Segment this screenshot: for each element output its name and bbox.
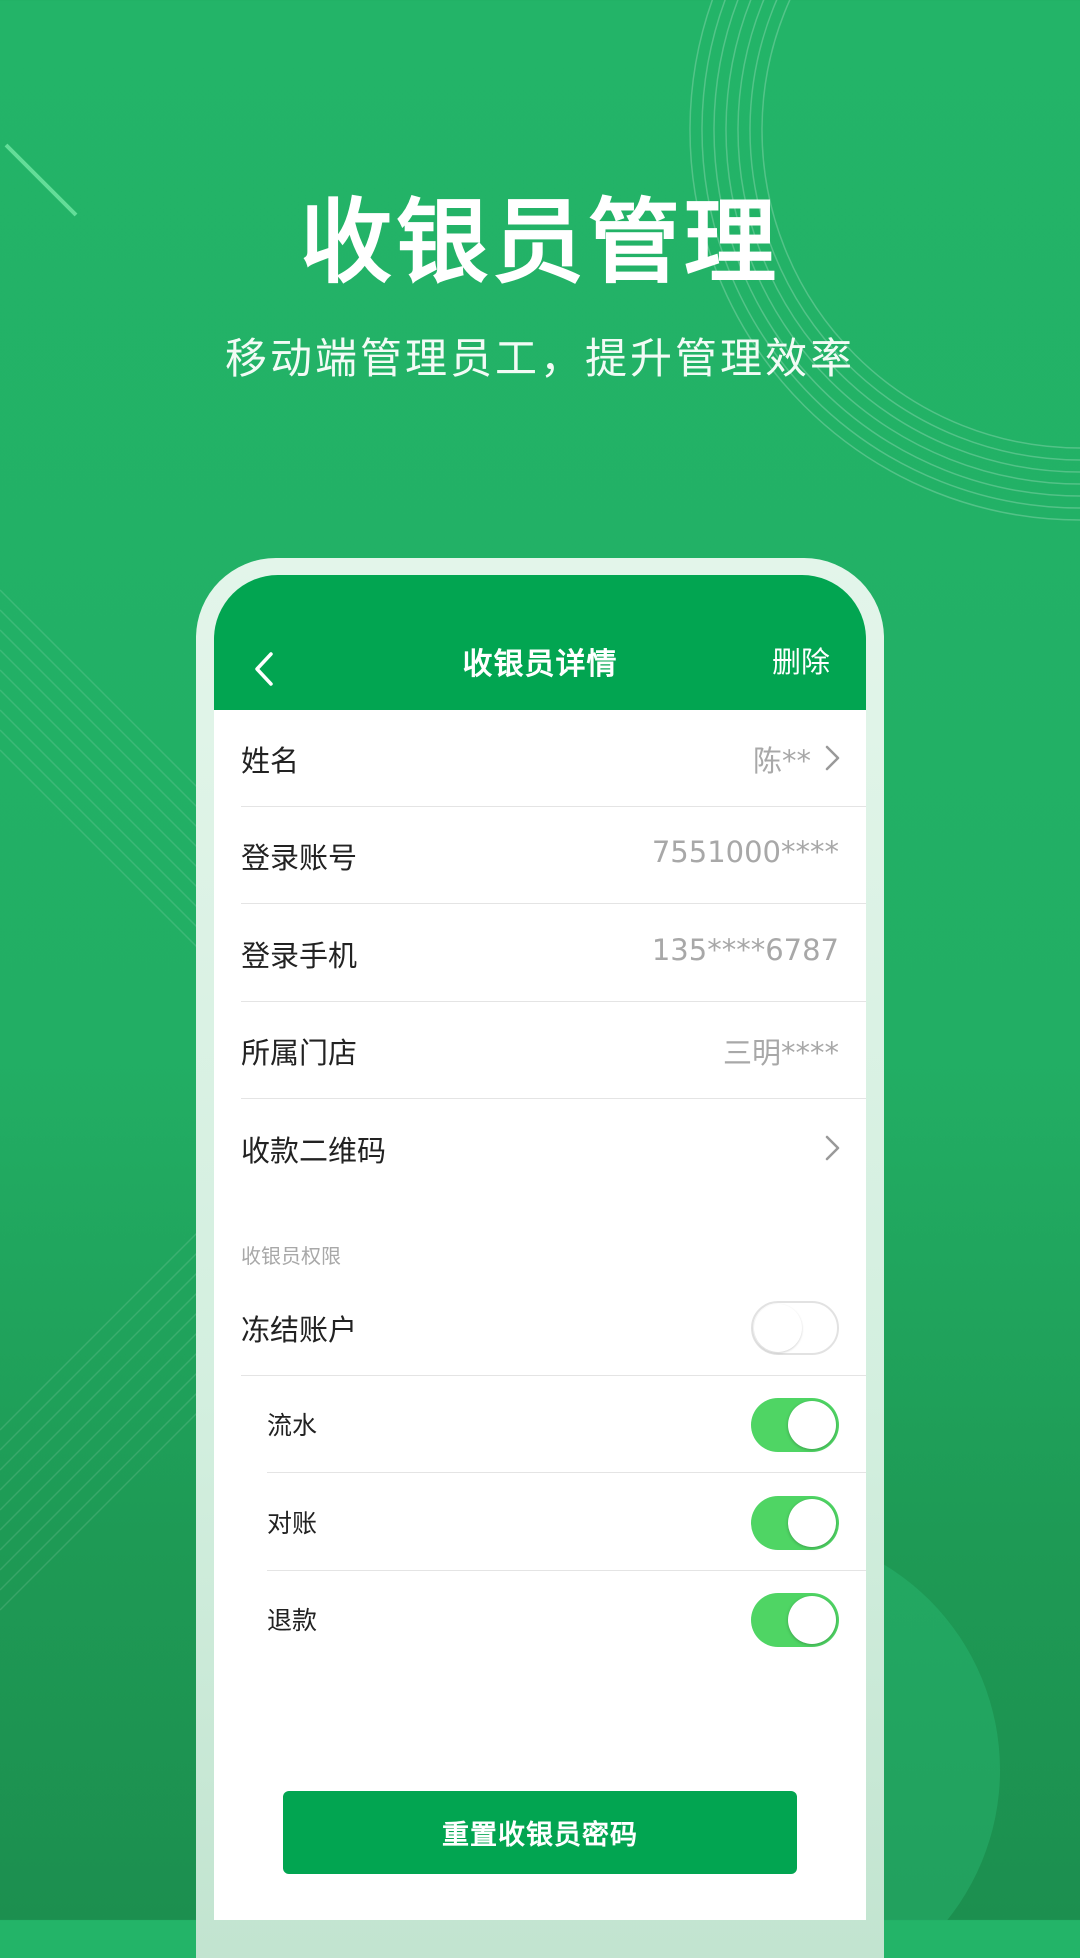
refund-permission-row: 退款: [267, 1571, 866, 1668]
account-value: 7551000****: [651, 835, 839, 869]
name-value: 陈**: [752, 744, 811, 778]
flow-permission-label: 流水: [267, 1411, 318, 1440]
freeze-account-row: 冻结账户: [241, 1279, 866, 1376]
phone-row: 登录手机 135****6787: [241, 905, 866, 1002]
toggle-knob: [788, 1401, 836, 1449]
flow-permission-toggle[interactable]: [751, 1398, 839, 1452]
reconcile-permission-toggle[interactable]: [751, 1496, 839, 1550]
nav-bar: 收银员详情 删除: [214, 575, 866, 710]
flow-permission-row: 流水: [267, 1376, 866, 1473]
phone-label: 登录手机: [241, 939, 358, 973]
name-row[interactable]: 姓名 陈**: [241, 710, 866, 807]
hero-subtitle: 移动端管理员工，提升管理效率: [224, 334, 855, 383]
freeze-account-toggle[interactable]: [751, 1301, 839, 1355]
store-row: 所属门店 三明****: [241, 1002, 866, 1099]
qrcode-row[interactable]: 收款二维码: [241, 1100, 866, 1197]
reconcile-permission-label: 对账: [267, 1509, 318, 1538]
refund-permission-label: 退款: [267, 1606, 318, 1635]
reset-password-button[interactable]: 重置收银员密码: [283, 1791, 797, 1874]
store-label: 所属门店: [241, 1036, 358, 1070]
hero-title: 收银员管理: [299, 189, 780, 296]
delete-button[interactable]: 删除: [772, 639, 830, 681]
name-label: 姓名: [241, 744, 300, 778]
account-row: 登录账号 7551000****: [241, 807, 866, 904]
permissions-section-label: 收银员权限: [241, 1244, 341, 1268]
qrcode-label: 收款二维码: [241, 1134, 387, 1168]
phone-screen: 收银员详情 删除 姓名 陈** 登录账号 7551000**** 登录手机 13…: [214, 575, 866, 1920]
reconcile-permission-row: 对账: [267, 1474, 866, 1571]
account-label: 登录账号: [241, 841, 358, 875]
chevron-right-icon: [825, 745, 840, 771]
store-value: 三明****: [722, 1036, 839, 1070]
toggle-knob: [754, 1304, 802, 1352]
page-title: 收银员详情: [462, 647, 618, 682]
refund-permission-toggle[interactable]: [751, 1593, 839, 1647]
phone-value: 135****6787: [651, 933, 839, 967]
chevron-right-icon: [825, 1135, 840, 1161]
toggle-knob: [788, 1596, 836, 1644]
toggle-knob: [788, 1499, 836, 1547]
freeze-account-label: 冻结账户: [241, 1313, 358, 1347]
